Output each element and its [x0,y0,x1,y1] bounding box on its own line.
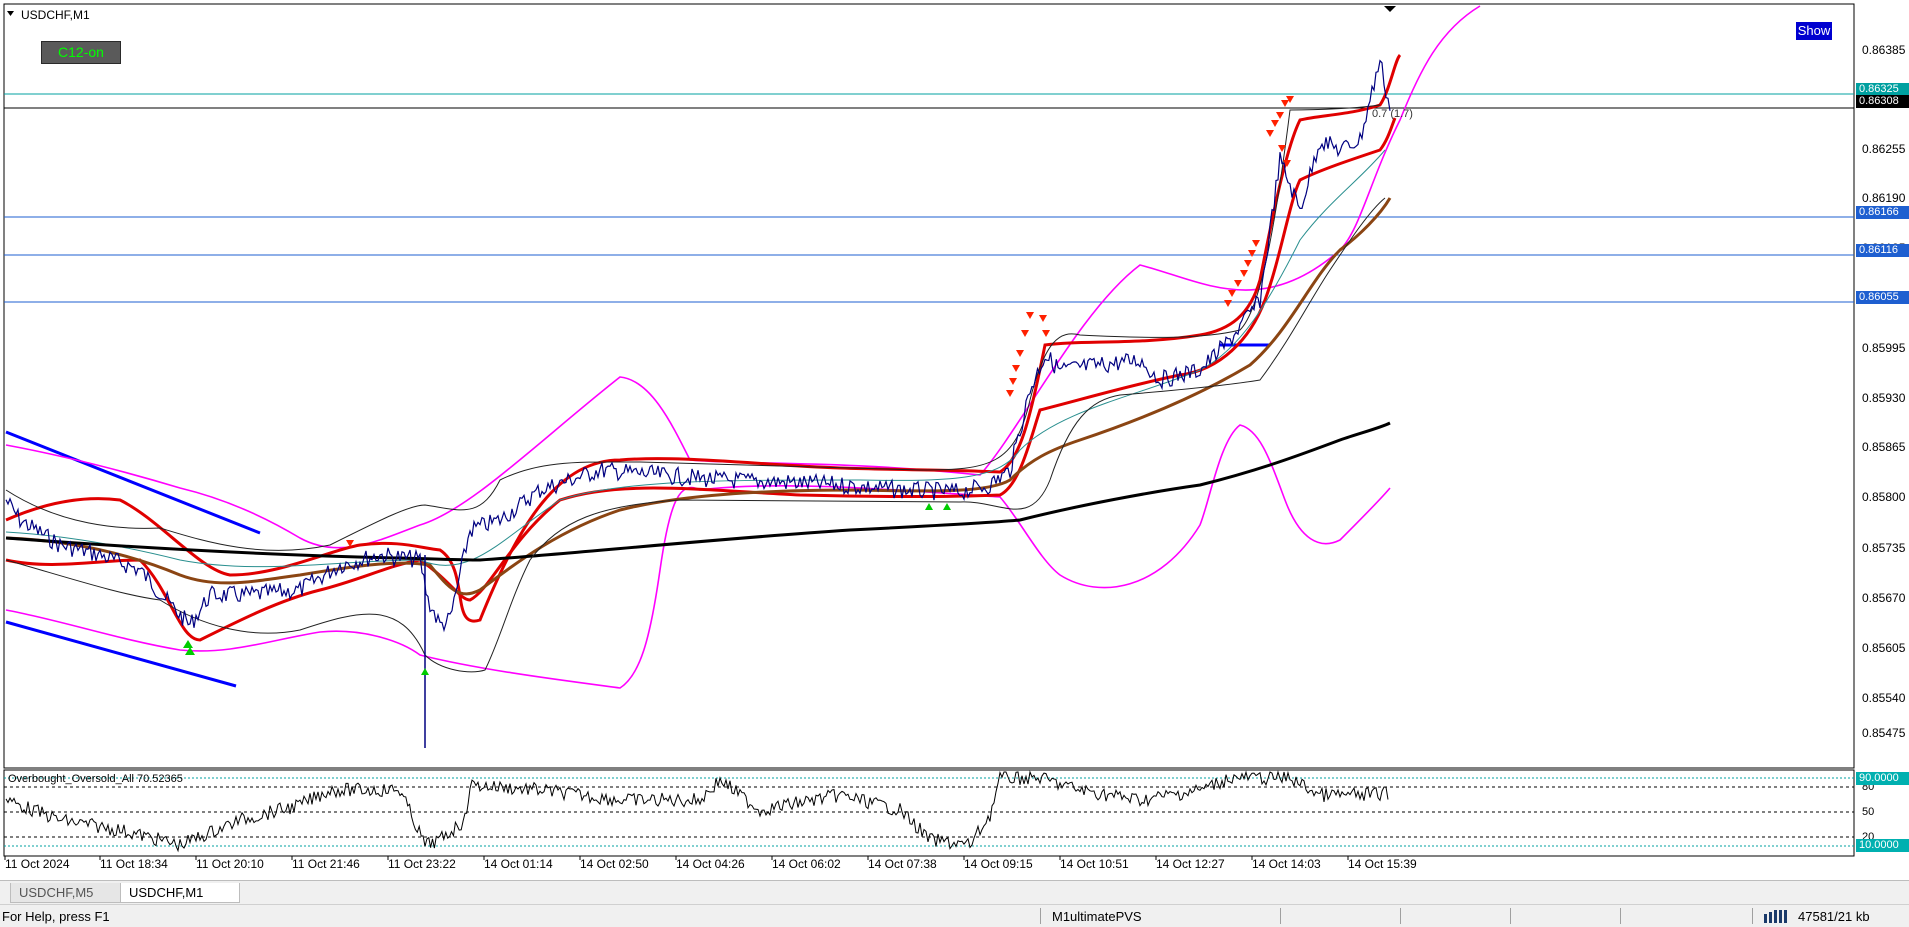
time-axis-label: 14 Oct 12:27 [1156,857,1225,871]
time-axis-label: 14 Oct 04:26 [676,857,745,871]
time-axis-label: 14 Oct 02:50 [580,857,649,871]
time-axis-label: 14 Oct 14:03 [1252,857,1321,871]
price-axis-label: 0.85865 [1862,440,1906,454]
status-divider [1620,908,1621,924]
tab-usdchf-m1[interactable]: USDCHF,M1 [120,883,240,903]
time-axis-label: 14 Oct 15:39 [1348,857,1417,871]
status-profile: M1ultimatePVS [1052,909,1142,924]
time-axis-label: 11 Oct 2024 [5,857,70,871]
chart-symbol-title: USDCHF,M1 [21,8,90,22]
indicator-title: Overbought_Oversold_All 70.52365 [8,773,183,785]
status-divider [1400,908,1401,924]
price-axis-label: 0.85475 [1862,726,1906,740]
time-axis-label: 11 Oct 20:10 [196,857,264,871]
level-50-label: 50 [1862,806,1875,818]
status-divider [1752,908,1753,924]
price-tag: 0.86116 [1856,244,1909,257]
show-button[interactable]: Show [1796,22,1832,40]
time-axis-label: 14 Oct 01:14 [484,857,553,871]
time-axis-label: 11 Oct 18:34 [100,857,168,871]
price-axis-label: 0.85540 [1862,691,1906,705]
spread-label: 0.7 (1.7) [1372,108,1413,120]
level-90-tag: 90.0000 [1856,772,1909,785]
price-axis-label: 0.85995 [1862,341,1906,355]
time-axis-label: 14 Oct 10:51 [1060,857,1129,871]
time-axis-label: 14 Oct 09:15 [964,857,1033,871]
time-axis-label: 11 Oct 21:46 [292,857,360,871]
indicator-frame [3,769,1855,857]
time-axis-label: 11 Oct 23:22 [388,857,456,871]
price-chart-frame [3,3,1855,769]
status-divider [1040,908,1041,924]
tab-usdchf-m5[interactable]: USDCHF,M5 [10,883,130,903]
price-axis-label: 0.85930 [1862,391,1906,405]
time-axis-label: 14 Oct 06:02 [772,857,841,871]
signal-bars-icon [1764,910,1792,923]
price-axis-label: 0.85605 [1862,641,1906,655]
status-help-text: For Help, press F1 [2,909,110,924]
status-traffic: 47581/21 kb [1798,909,1870,924]
price-axis-label: 0.85800 [1862,490,1906,504]
price-axis-label: 0.86190 [1862,191,1906,205]
price-tag: 0.86166 [1856,206,1909,219]
chart-tab-bar: USDCHF,M5 USDCHF,M1 [0,880,1909,904]
status-bar: For Help, press F1 M1ultimatePVS 47581/2… [0,904,1909,927]
price-axis-label: 0.86385 [1862,43,1906,57]
c12-toggle-button[interactable]: C12-on [41,41,121,64]
price-axis-label: 0.85735 [1862,541,1906,555]
status-divider [1280,908,1281,924]
status-divider [1510,908,1511,924]
price-tag: 0.86308 [1856,95,1909,108]
price-axis-label: 0.86255 [1862,142,1906,156]
price-axis-label: 0.85670 [1862,591,1906,605]
level-10-tag: 10.0000 [1856,839,1909,852]
price-tag: 0.86055 [1856,291,1909,304]
time-axis-label: 14 Oct 07:38 [868,857,937,871]
main-chart-canvas[interactable] [0,0,1909,880]
